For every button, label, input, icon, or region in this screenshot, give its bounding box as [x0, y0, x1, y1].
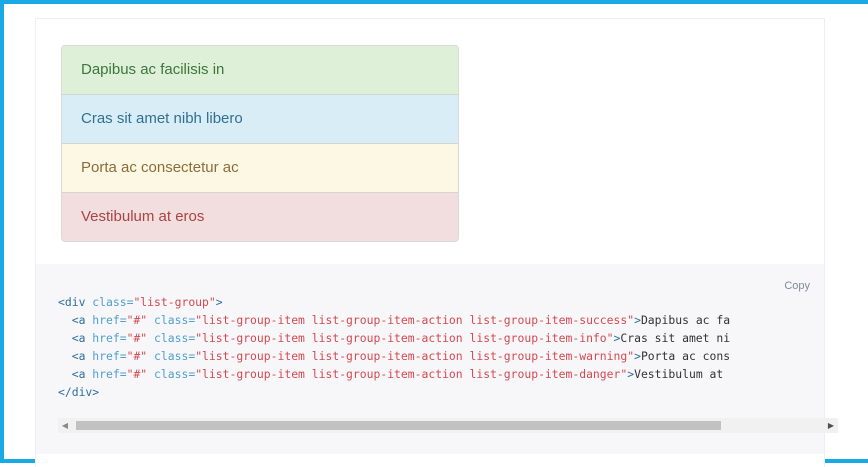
list-item-success[interactable]: Dapibus ac facilisis in	[62, 46, 458, 95]
code-string: "list-group-item list-group-item-action …	[195, 349, 635, 363]
scroll-right-arrow-icon[interactable]: ▶	[824, 418, 838, 433]
code-attr: class=	[147, 313, 196, 327]
code-string: "list-group-item list-group-item-action …	[195, 313, 635, 327]
code-string: "list-group"	[133, 295, 216, 309]
code-line: </div>	[58, 385, 99, 399]
code-text: Vestibulum at	[634, 367, 724, 381]
example-preview: Dapibus ac facilisis in Cras sit amet ni…	[36, 18, 824, 265]
code-line: <a href="#" class="list-group-item list-…	[58, 313, 730, 327]
copy-button[interactable]: Copy	[784, 280, 810, 292]
code-attr: href=	[85, 349, 127, 363]
code-tag: <a	[58, 313, 86, 327]
code-text: Porta ac cons	[640, 349, 731, 363]
code-string: "#"	[126, 349, 148, 363]
code-tag: </div	[58, 385, 93, 399]
code-attr: class=	[147, 349, 196, 363]
code-attr: class=	[147, 331, 196, 345]
code-line: <a href="#" class="list-group-item list-…	[58, 367, 724, 381]
code-tag: >	[215, 295, 223, 309]
list-item-warning[interactable]: Porta ac consectetur ac	[62, 144, 458, 193]
horizontal-scrollbar[interactable]: ◀ ▶	[58, 418, 838, 433]
code-string: "#"	[126, 367, 148, 381]
code-tag: >	[634, 349, 641, 363]
code-string: "#"	[126, 331, 148, 345]
code-block: <div class="list-group"> <a href="#" cla…	[58, 293, 841, 401]
code-tag: >	[634, 313, 641, 327]
list-item-info[interactable]: Cras sit amet nibh libero	[62, 95, 458, 144]
code-line: <div class="list-group">	[58, 295, 223, 309]
code-string: "list-group-item list-group-item-action …	[195, 367, 628, 381]
code-string: "list-group-item list-group-item-action …	[195, 331, 614, 345]
code-tag: <a	[58, 331, 86, 345]
scroll-left-arrow-icon[interactable]: ◀	[58, 418, 72, 433]
code-tag: <a	[58, 349, 86, 363]
code-attr: href=	[85, 331, 127, 345]
code-tag: >	[92, 385, 100, 399]
scrollbar-thumb[interactable]	[76, 421, 721, 430]
code-attr: href=	[85, 367, 127, 381]
code-tag: <div	[58, 295, 86, 309]
code-attr: href=	[85, 313, 127, 327]
list-item-danger[interactable]: Vestibulum at eros	[62, 193, 458, 241]
code-line: <a href="#" class="list-group-item list-…	[58, 349, 730, 363]
code-text: Dapibus ac fa	[640, 313, 731, 327]
list-group: Dapibus ac facilisis in Cras sit amet ni…	[61, 45, 459, 242]
code-text: Cras sit amet ni	[620, 331, 731, 345]
code-line: <a href="#" class="list-group-item list-…	[58, 331, 730, 345]
screenshot-frame: Dapibus ac facilisis in Cras sit amet ni…	[0, 0, 868, 467]
code-attr: class=	[85, 295, 134, 309]
code-snippet: Copy <div class="list-group"> <a href="#…	[36, 264, 838, 454]
code-attr: class=	[147, 367, 196, 381]
code-string: "#"	[126, 313, 148, 327]
code-tag: <a	[58, 367, 86, 381]
docs-example-panel: Dapibus ac facilisis in Cras sit amet ni…	[35, 18, 838, 467]
